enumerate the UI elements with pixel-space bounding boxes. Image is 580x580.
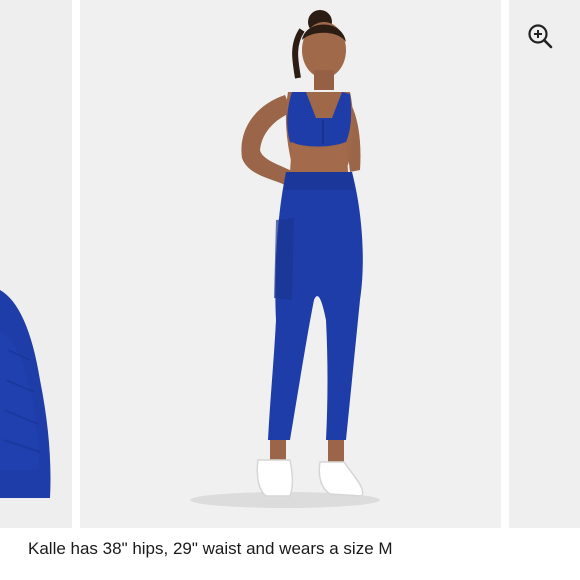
zoom-in-icon — [528, 24, 553, 49]
previous-slide-image — [0, 0, 72, 528]
caption-bar: Kalle has 38" hips, 29" waist and wears … — [0, 528, 580, 572]
zoom-button[interactable] — [526, 22, 554, 50]
bottom-spacer — [0, 572, 580, 580]
current-slide[interactable] — [80, 0, 501, 528]
model-photo — [80, 0, 501, 528]
previous-slide[interactable] — [0, 0, 72, 528]
next-slide[interactable] — [509, 0, 580, 528]
product-image-carousel — [0, 0, 580, 528]
model-size-caption: Kalle has 38" hips, 29" waist and wears … — [28, 539, 393, 558]
next-slide-image — [509, 0, 580, 528]
